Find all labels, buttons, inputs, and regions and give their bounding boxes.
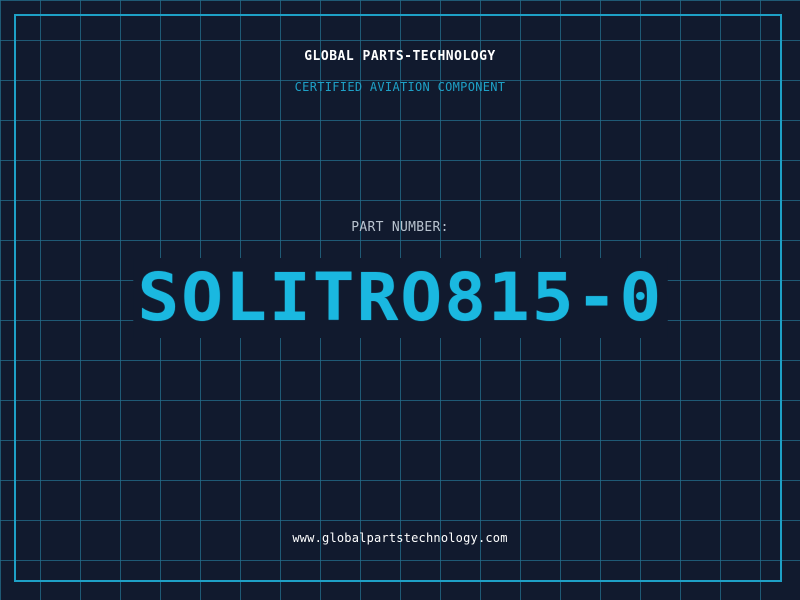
certification-subtitle: CERTIFIED AVIATION COMPONENT — [294, 80, 506, 94]
part-number-label: PART NUMBER: — [351, 220, 449, 235]
part-number-value: SOLITRO815-0 — [132, 258, 668, 338]
part-number-container: SOLITRO815-0 — [0, 258, 800, 338]
website-url: www.globalpartstechnology.com — [292, 531, 508, 545]
certificate-page: GLOBAL PARTS-TECHNOLOGY CERTIFIED AVIATI… — [0, 0, 800, 600]
company-name: GLOBAL PARTS-TECHNOLOGY — [304, 49, 496, 64]
